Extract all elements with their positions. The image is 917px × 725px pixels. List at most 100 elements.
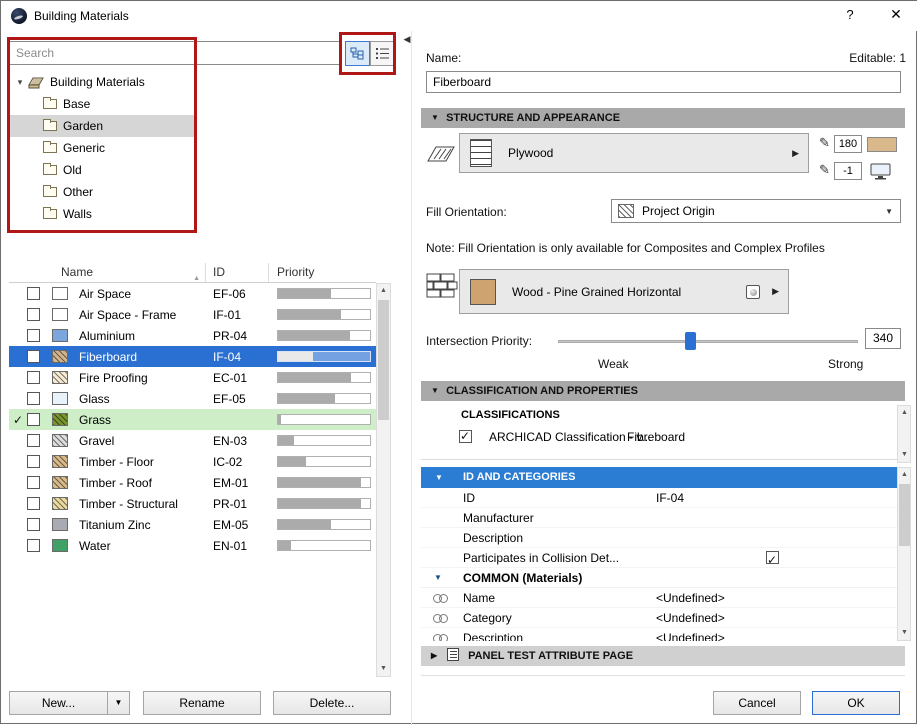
tree-item-old[interactable]: Old [9,159,195,181]
priority-bar-fill [278,436,294,445]
prop-group-common-materials[interactable]: ▼ COMMON (Materials) [421,568,897,588]
material-row-timber-roof[interactable]: Timber - Roof EM-01 [9,472,376,493]
row-checkbox[interactable] [27,497,40,510]
scroll-down-icon[interactable]: ▼ [377,662,390,676]
row-checkbox[interactable] [27,413,40,426]
foreground-pen-value[interactable]: 180 [834,135,862,153]
slider-track[interactable] [558,340,858,343]
material-swatch [52,371,68,384]
prop-group-label: COMMON (Materials) [463,571,583,585]
row-checkbox[interactable] [27,392,40,405]
row-checkbox[interactable] [27,371,40,384]
scroll-down-icon[interactable]: ▼ [898,448,911,462]
fill-orientation-select[interactable]: Project Origin ▼ [611,199,901,223]
prop-value: <Undefined> [656,591,725,605]
folder-icon [43,185,57,197]
screen-only-icon[interactable] [869,163,893,180]
prop-row-participates-in-collision-det[interactable]: Participates in Collision Det... [421,548,897,570]
row-checkbox[interactable] [27,308,40,321]
material-row-grass[interactable]: ✓ Grass [9,409,376,430]
close-button[interactable]: ✕ [886,6,906,26]
scroll-up-icon[interactable]: ▲ [377,284,390,298]
tree-item-walls[interactable]: Walls [9,203,195,225]
background-pen-value[interactable]: -1 [834,162,862,180]
material-row-timber-structural[interactable]: Timber - Structural PR-01 [9,493,376,514]
material-row-timber-floor[interactable]: Timber - Floor IC-02 [9,451,376,472]
tree-item-generic[interactable]: Generic [9,137,195,159]
material-row-air-space-frame[interactable]: Air Space - Frame IF-01 [9,304,376,325]
row-checkbox[interactable] [27,518,40,531]
scroll-thumb[interactable] [899,484,910,546]
table-scrollbar[interactable]: ▲ ▼ [376,283,391,677]
tree-item-base[interactable]: Base [9,93,195,115]
material-row-gravel[interactable]: Gravel EN-03 [9,430,376,451]
classification-row[interactable]: ARCHICAD Classification - v... Fibreboar… [421,427,897,449]
scroll-thumb[interactable] [378,300,389,420]
material-name: Water [79,538,111,553]
surface-button[interactable]: Wood - Pine Grained Horizontal ▶ [459,269,789,314]
row-checkbox[interactable] [27,434,40,447]
material-row-titanium-zinc[interactable]: Titanium Zinc EM-05 [9,514,376,535]
intersection-priority-value[interactable]: 340 [865,328,901,349]
prop-row-name[interactable]: Name <Undefined> [421,588,897,608]
classifications-scrollbar[interactable]: ▲ ▼ [897,405,911,463]
prop-row-description[interactable]: Description [421,528,897,548]
pen-color-swatch[interactable] [867,137,897,152]
tree-item-label: Other [63,185,94,199]
help-button[interactable]: ? [840,7,860,25]
classifications-title: CLASSIFICATIONS [461,409,560,421]
material-name-input[interactable] [426,71,901,93]
new-dropdown-button[interactable]: ▼ [107,691,130,715]
material-name: Timber - Structural [79,496,178,511]
priority-bar [277,519,371,530]
search-input[interactable] [9,41,341,65]
row-checkbox[interactable] [27,350,40,363]
collapse-left-pane-button[interactable]: ◀ [401,34,413,48]
column-header-id[interactable]: ID [206,263,269,282]
row-checkbox[interactable] [27,476,40,489]
column-header-name[interactable]: Name ▲ [9,263,206,282]
material-row-aluminium[interactable]: Aluminium PR-04 [9,325,376,346]
background-pen-icon[interactable]: ✎ [819,162,830,178]
section-classification-and-properties[interactable]: ▼ CLASSIFICATION AND PROPERTIES [421,381,905,401]
cut-fill-icon [427,146,455,162]
list-view-toggle-button[interactable] [370,41,395,66]
ok-button[interactable]: OK [812,691,900,715]
classification-checkbox[interactable] [459,429,472,443]
tree-item-garden[interactable]: Garden [9,115,195,137]
prop-checkbox[interactable] [766,550,779,570]
scroll-down-icon[interactable]: ▼ [898,626,911,640]
properties-scrollbar[interactable]: ▲ ▼ [897,467,911,641]
material-row-fire-proofing[interactable]: Fire Proofing EC-01 [9,367,376,388]
intersection-priority-slider[interactable] [558,331,858,351]
row-checkbox[interactable] [27,455,40,468]
cut-fill-button[interactable]: Plywood ▶ [459,133,809,173]
new-button[interactable]: New... [9,691,108,715]
row-checkbox[interactable] [27,287,40,300]
foreground-pen-icon[interactable]: ✎ [819,135,830,151]
rename-button[interactable]: Rename [143,691,261,715]
tree-root[interactable]: ▾ Building Materials [9,71,393,93]
scroll-up-icon[interactable]: ▲ [898,406,911,420]
row-checkbox[interactable] [27,329,40,342]
prop-row-category[interactable]: Category <Undefined> [421,608,897,628]
slider-thumb[interactable] [685,332,696,350]
section-panel-test-attribute-page[interactable]: ▶ PANEL TEST ATTRIBUTE PAGE [421,646,905,666]
section-structure-and-appearance[interactable]: ▼ STRUCTURE AND APPEARANCE [421,108,905,128]
scroll-up-icon[interactable]: ▲ [898,468,911,482]
prop-row-description[interactable]: Description <Undefined> [421,628,897,641]
prop-group-id-and-categories[interactable]: ▼ ID AND CATEGORIES [421,467,897,488]
cancel-button[interactable]: Cancel [713,691,801,715]
prop-row-manufacturer[interactable]: Manufacturer [421,508,897,528]
material-row-water[interactable]: Water EN-01 [9,535,376,556]
row-checkbox[interactable] [27,539,40,552]
material-row-fiberboard[interactable]: Fiberboard IF-04 [9,346,376,367]
material-row-air-space[interactable]: Air Space EF-06 [9,283,376,304]
tree-view-toggle-button[interactable] [345,41,370,66]
column-header-priority[interactable]: Priority [269,263,376,282]
delete-button[interactable]: Delete... [273,691,391,715]
caret-down-icon[interactable]: ▾ [13,77,27,88]
tree-item-other[interactable]: Other [9,181,195,203]
prop-row-id[interactable]: ID IF-04 [421,488,897,508]
material-row-glass[interactable]: Glass EF-05 [9,388,376,409]
